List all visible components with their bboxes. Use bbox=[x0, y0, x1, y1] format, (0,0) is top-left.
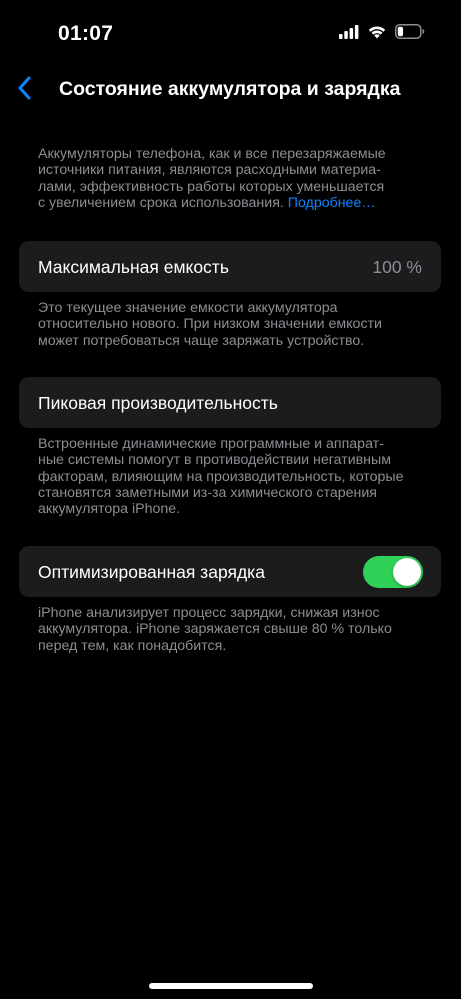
wifi-icon bbox=[367, 24, 387, 39]
max-capacity-label: Максимальная емкость bbox=[38, 257, 229, 277]
optimized-charging-toggle[interactable] bbox=[363, 556, 423, 588]
status-icons bbox=[339, 24, 425, 39]
optimized-charging-cell: Оптимизированная зарядка bbox=[19, 546, 441, 597]
status-bar: 01:07 bbox=[0, 0, 461, 60]
peak-performance-note: Встроенные динамические программные и ап… bbox=[38, 436, 404, 518]
chevron-left-icon bbox=[17, 76, 31, 105]
home-indicator[interactable] bbox=[149, 983, 313, 989]
status-time: 01:07 bbox=[58, 22, 114, 45]
max-capacity-cell: Максимальная емкость 100 % bbox=[19, 241, 441, 292]
optimized-charging-label: Оптимизированная зарядка bbox=[38, 562, 265, 582]
learn-more-link[interactable]: Подробнее… bbox=[288, 195, 376, 211]
intro-note: Аккумуляторы телефона, как и все перезар… bbox=[38, 146, 433, 211]
peak-performance-label: Пиковая производительность bbox=[38, 393, 278, 413]
back-button[interactable] bbox=[8, 74, 40, 106]
page-title: Состояние аккумулятора и зарядка bbox=[59, 78, 401, 100]
max-capacity-value: 100 % bbox=[372, 257, 422, 277]
nav-bar: Состояние аккумулятора и зарядка bbox=[0, 70, 461, 110]
max-capacity-note: Это текущее значение емкости аккумулятор… bbox=[38, 300, 382, 349]
signal-icon bbox=[339, 24, 359, 39]
toggle-knob bbox=[393, 558, 421, 586]
battery-icon bbox=[395, 24, 425, 39]
peak-performance-cell: Пиковая производительность bbox=[19, 377, 441, 428]
optimized-charging-note: iPhone анализирует процесс зарядки, сниж… bbox=[38, 605, 392, 654]
